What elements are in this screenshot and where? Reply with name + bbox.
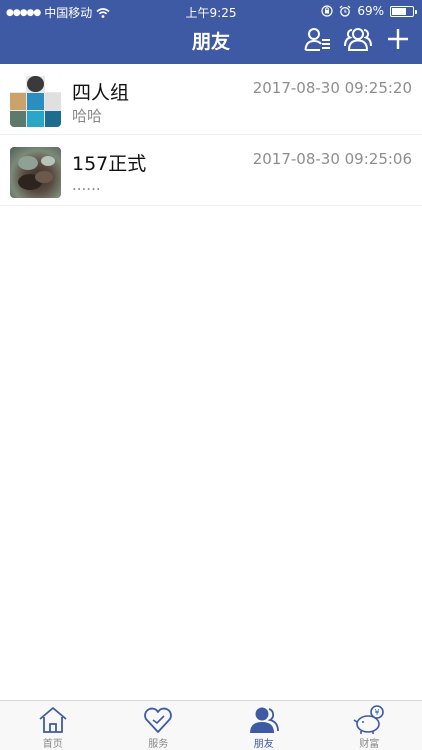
alarm-icon (339, 5, 351, 17)
svg-text:¥: ¥ (375, 708, 380, 717)
status-bar: ●●●●● 中国移动 上午9:25 69% (0, 0, 422, 22)
avatar-collage (10, 76, 61, 127)
tab-friends[interactable]: 朋友 (211, 701, 317, 750)
tab-bar: 首页 服务 朋友 ¥ 财富 (0, 700, 422, 750)
add-icon[interactable] (384, 25, 412, 53)
status-right: 69% (321, 4, 417, 18)
friends-icon (249, 707, 279, 733)
conversation-name: 157正式 (72, 153, 147, 175)
tab-label: 朋友 (253, 739, 274, 750)
tab-home[interactable]: 首页 (0, 701, 106, 750)
heart-icon (144, 707, 173, 733)
conversation-list: 四人组 哈哈 2017-08-30 09:25:20 157正式 ...... … (0, 64, 422, 206)
tab-label: 服务 (148, 739, 169, 750)
rotation-lock-icon (321, 5, 333, 17)
tab-wealth[interactable]: ¥ 财富 (317, 701, 422, 750)
battery-icon (390, 5, 417, 17)
avatar-photo (18, 156, 55, 190)
home-icon (39, 707, 67, 733)
conversation-preview: ...... (72, 176, 101, 194)
contacts-list-icon[interactable] (304, 25, 332, 53)
conversation-preview: 哈哈 (72, 107, 103, 125)
conversation-row[interactable]: 157正式 ...... 2017-08-30 09:25:06 (0, 135, 422, 206)
conversation-row[interactable]: 四人组 哈哈 2017-08-30 09:25:20 (0, 64, 422, 135)
chat-avatar (10, 147, 61, 198)
conversation-name: 四人组 (72, 82, 130, 104)
battery-level (392, 7, 406, 15)
tab-label: 财富 (359, 739, 380, 750)
tab-label: 首页 (42, 739, 63, 750)
group-avatar (10, 76, 61, 127)
app-header: ●●●●● 中国移动 上午9:25 69% 朋友 (0, 0, 422, 64)
header-actions (304, 25, 412, 53)
conversation-timestamp: 2017-08-30 09:25:06 (252, 150, 412, 168)
battery-percent: 69% (357, 4, 384, 18)
tab-services[interactable]: 服务 (106, 701, 212, 750)
piggy-bank-icon: ¥ (353, 705, 385, 734)
conversation-timestamp: 2017-08-30 09:25:20 (252, 79, 412, 97)
group-icon[interactable] (344, 25, 372, 53)
